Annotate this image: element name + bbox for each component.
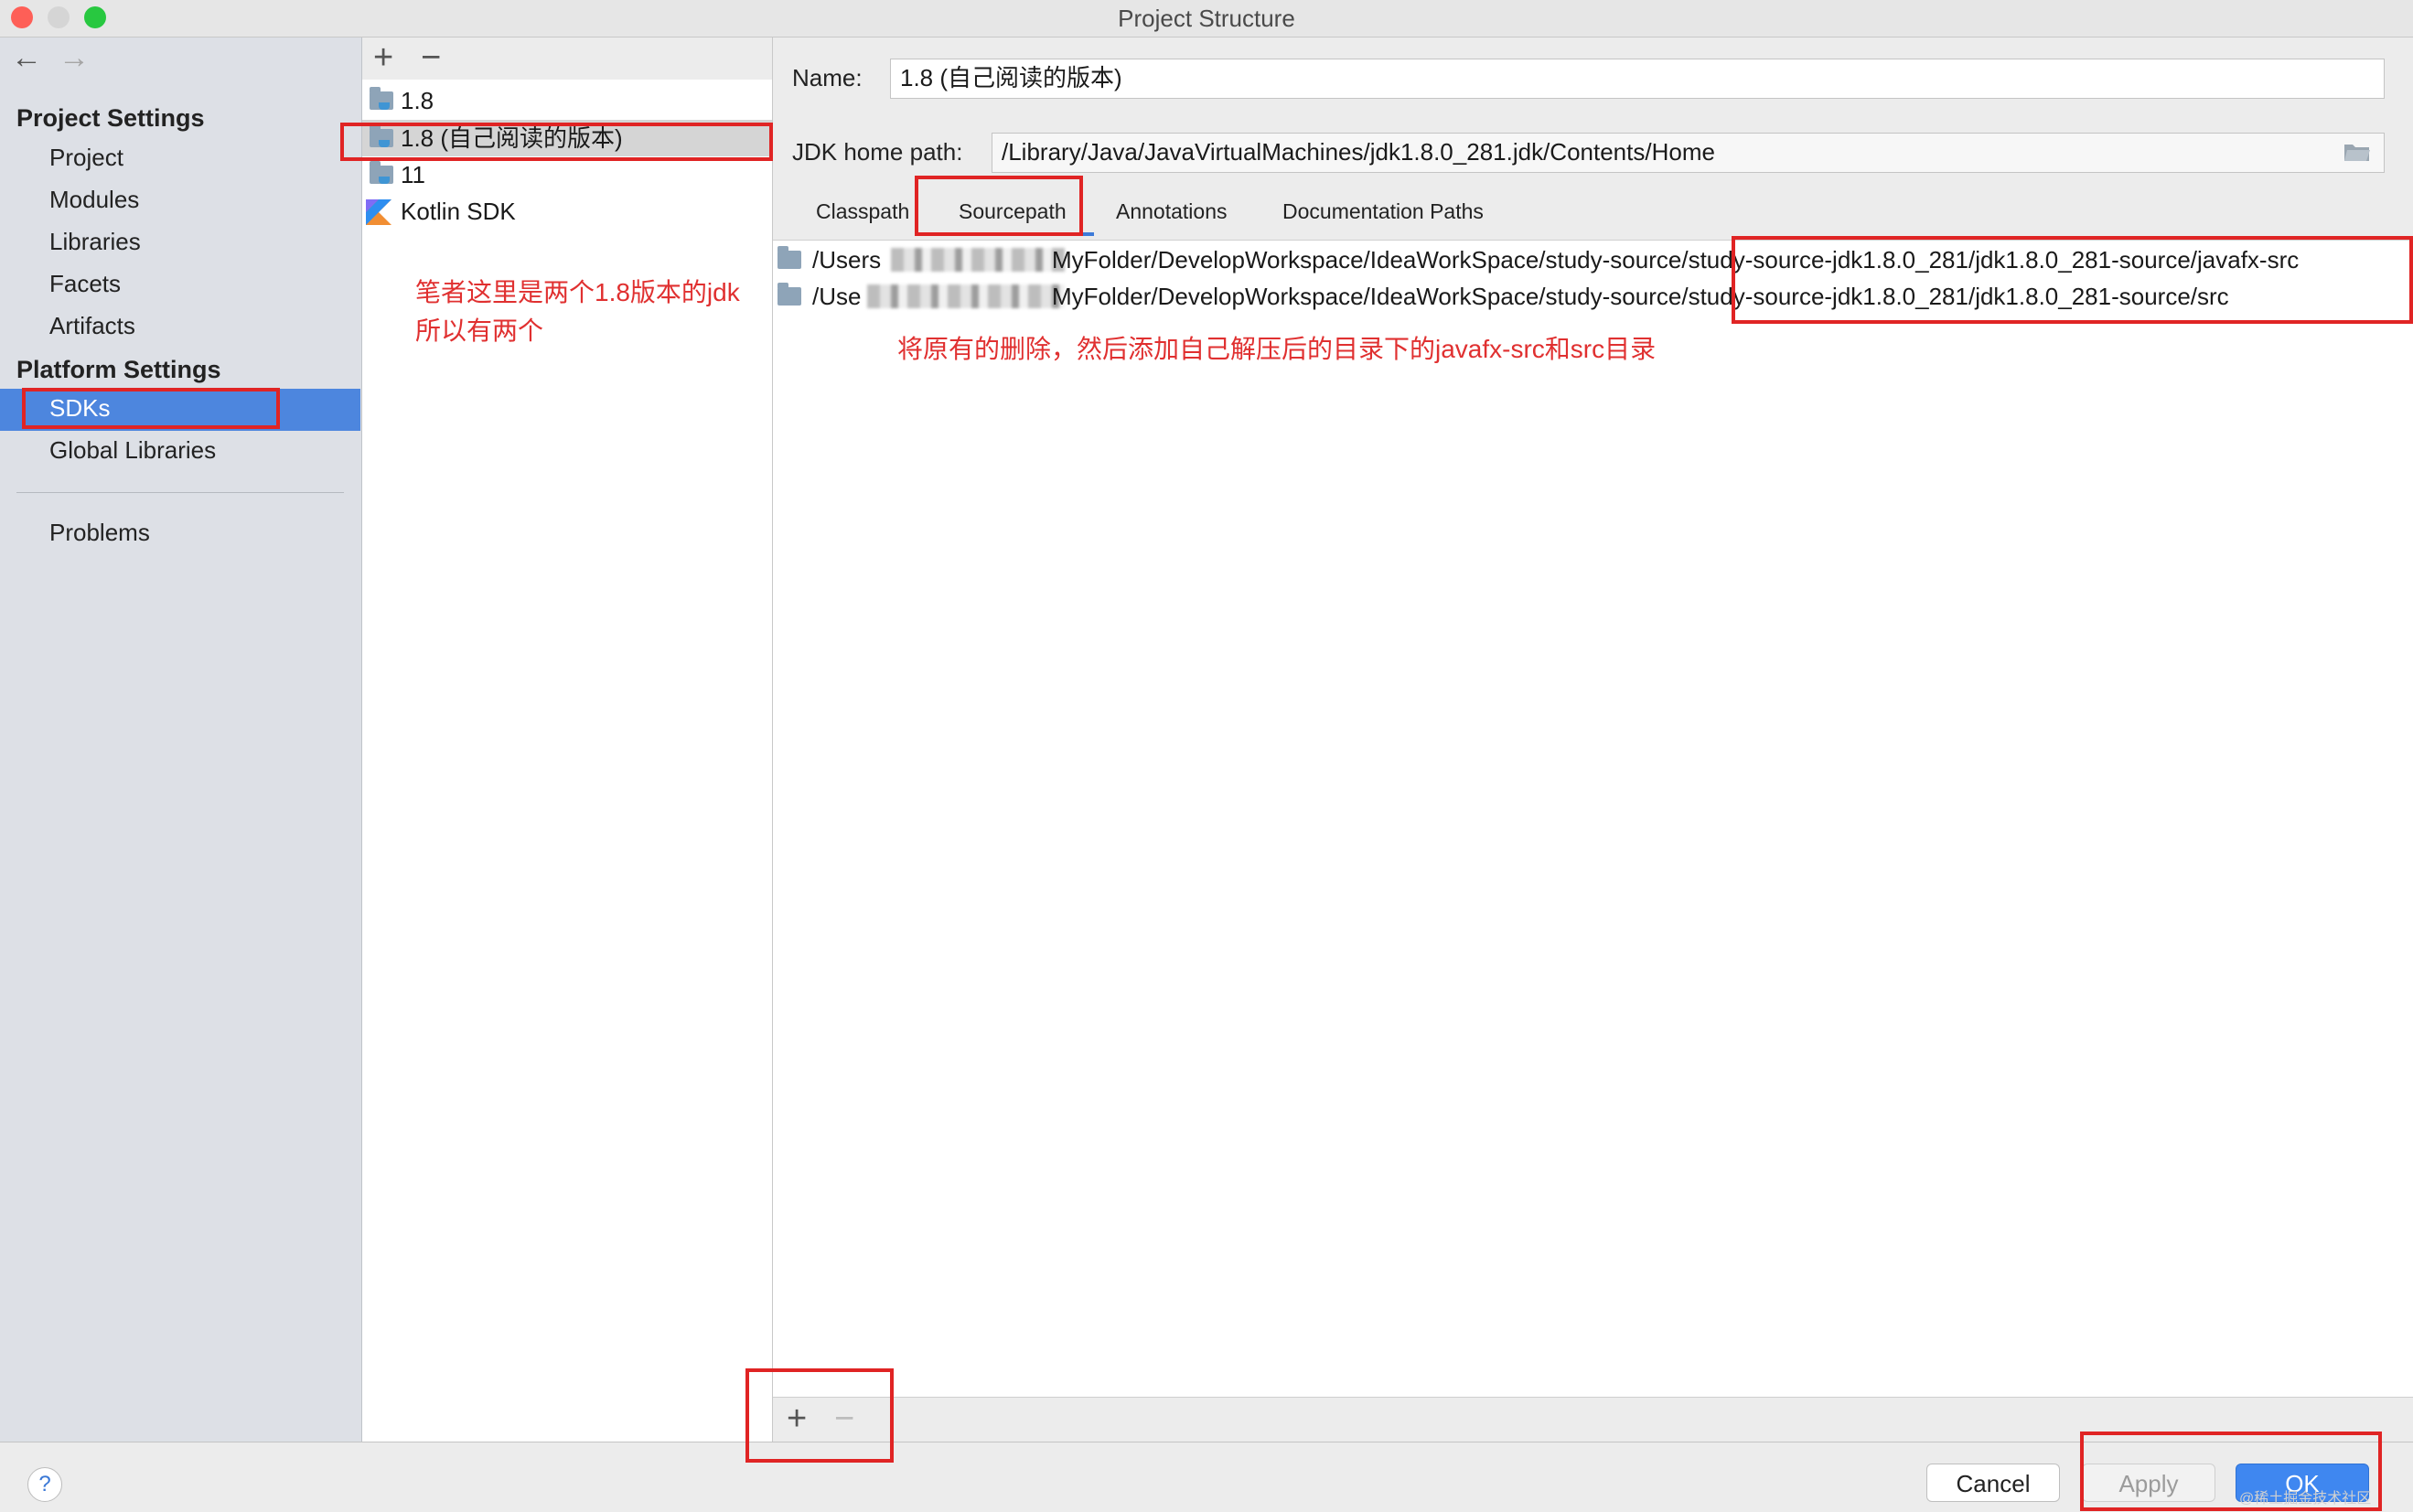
jdk-folder-icon [370,161,393,184]
sourcepath-list [773,240,2413,1398]
annotation-box-apply-ok [2080,1432,2382,1511]
tab-documentation-paths[interactable]: Documentation Paths [1282,199,1484,224]
sdk-list [362,38,773,1442]
sdk-item-label: Kotlin SDK [401,198,516,225]
annotation-note-line1: 笔者这里是两个1.8版本的jdk [415,278,740,306]
annotation-box-sdk-item [340,123,773,161]
nav-item-modules[interactable]: Modules [49,186,139,214]
add-sdk-icon[interactable]: + [373,40,393,75]
kotlin-logo-icon [366,199,391,225]
nav-item-problems[interactable]: Problems [49,519,150,547]
redacted-username [867,284,1065,308]
nav-item-facets[interactable]: Facets [49,270,121,298]
annotation-box-sdks [22,388,280,429]
nav-item-global-libraries[interactable]: Global Libraries [49,436,216,465]
jdk-home-path-field[interactable]: /Library/Java/JavaVirtualMachines/jdk1.8… [992,133,2385,173]
folder-icon [778,283,801,306]
name-field[interactable]: 1.8 (自己阅读的版本) [890,59,2385,99]
name-label: Name: [792,64,863,91]
nav-item-libraries[interactable]: Libraries [49,228,141,256]
annotation-note-line2: 所以有两个 [415,316,544,345]
browse-folder-icon[interactable] [2343,142,2371,162]
redacted-username [891,248,1065,272]
sdk-item-label: 11 [401,161,425,188]
platform-settings-header: Platform Settings [16,356,221,383]
path-prefix: /Use [812,283,862,310]
forward-arrow-icon[interactable]: → [59,40,90,76]
annotation-box-paths [1732,236,2413,324]
annotation-box-sourcepath-tab [915,176,1083,236]
folder-icon [778,246,801,269]
sidebar-divider [16,492,344,493]
sdk-item-kotlin[interactable]: Kotlin SDK [362,193,772,230]
back-arrow-icon[interactable]: ← [11,40,42,76]
help-button[interactable]: ? [27,1467,62,1502]
sdk-item-1-8[interactable]: 1.8 [362,82,772,119]
sdk-item-label: 1.8 [401,87,434,114]
nav-item-project[interactable]: Project [49,144,123,172]
nav-item-artifacts[interactable]: Artifacts [49,312,135,340]
window-title: Project Structure [1118,5,1295,32]
tab-classpath[interactable]: Classpath [816,199,909,224]
annotation-instruction: 将原有的删除，然后添加自己解压后的目录下的javafx-src和src目录 [897,335,1657,363]
jdk-folder-icon [370,87,393,110]
project-settings-header: Project Settings [16,104,205,132]
sdk-item-11[interactable]: 11 [362,156,772,193]
annotation-box-add-remove [745,1368,894,1463]
remove-sdk-icon[interactable]: − [421,40,441,75]
tab-annotations[interactable]: Annotations [1116,199,1227,224]
path-prefix: /Users [812,246,882,273]
jdk-home-path-label: JDK home path: [792,138,963,166]
cancel-button[interactable]: Cancel [1926,1464,2060,1502]
